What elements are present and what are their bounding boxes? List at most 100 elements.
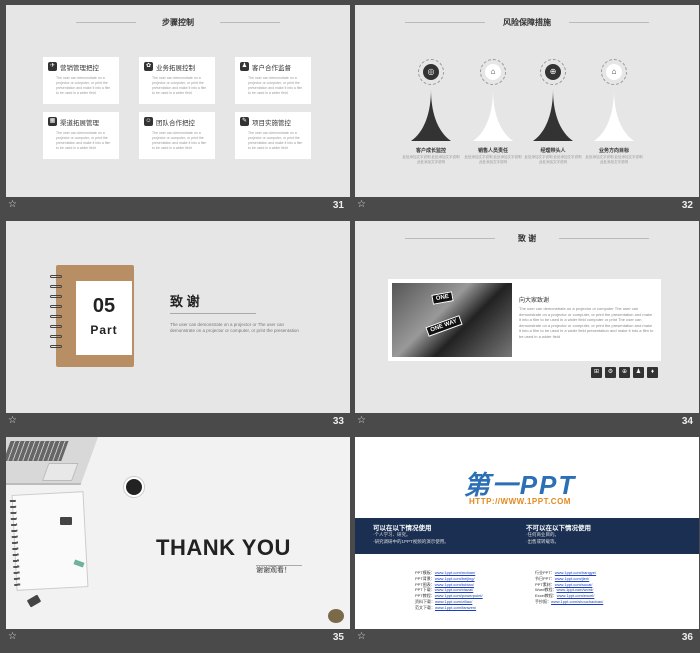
slide-thumbnail-36[interactable]: 第一PPT HTTP://WWW.1PPT.COM 可以在以下情况使用 ·个人学… <box>355 437 699 649</box>
slide-title: 步骤控制 <box>162 18 194 27</box>
slide-number: 32 <box>681 200 693 211</box>
risk-body: 此处添加文字说明 此处添加文字说明 此处添加文字说明 <box>524 155 582 164</box>
step-card: ☺ 团队合作把控 The user can demonstrate on a p… <box>139 112 215 159</box>
search-icon: ⊕ <box>619 367 630 378</box>
step-card: ▦ 渠道拓展管理 The user can demonstrate on a p… <box>43 112 119 159</box>
plant-image <box>328 609 344 623</box>
slide-footer: ☆ 33 <box>6 413 350 433</box>
slide-number: 31 <box>332 200 344 211</box>
sign-one: ONE <box>431 291 454 305</box>
step-card: ✈ 营销管理把控 The user can demonstrate on a p… <box>43 57 119 104</box>
allowed-line: ·研究调研中的1PPT视频的演示使用。 <box>373 539 449 544</box>
card-title: 业务拓展控制 <box>156 65 195 72</box>
card-title: 营销管理把控 <box>60 65 99 72</box>
spike-shape <box>411 89 451 141</box>
grid-icon: ▦ <box>48 117 57 126</box>
spiral-ring <box>50 325 62 328</box>
slide-canvas: 步骤控制 ✈ 营销管理把控 The user can demonstrate o… <box>6 5 350 197</box>
keyboard <box>6 441 69 461</box>
divider <box>220 22 280 23</box>
spiral-ring <box>50 285 62 288</box>
search-icon: ⊕ <box>545 64 561 80</box>
divider <box>559 238 649 239</box>
diamond-icon: ♦ <box>647 367 658 378</box>
divider <box>569 22 649 23</box>
slide-footer: ☆ 31 <box>6 197 350 217</box>
brand-url: HTTP://WWW.1PPT.COM <box>469 497 571 506</box>
risk-label: 销售人员责任 <box>477 148 508 154</box>
link-row[interactable]: 范文下载：www.1ppt.com/fanwen/ <box>415 605 483 611</box>
notebook-paper: 05 Part <box>76 281 132 355</box>
allowed-heading: 可以在以下情况使用 <box>373 525 432 532</box>
risk-body: 此处添加文字说明 此处添加文字说明 此处添加文字说明 <box>464 155 522 164</box>
risk-body: 此处添加文字说明 此处添加文字说明 此处添加文字说明 <box>585 155 643 164</box>
coffee-cup-image <box>124 477 144 497</box>
pawn-icon: ♟ <box>633 367 644 378</box>
animation-star-icon[interactable]: ☆ <box>8 631 17 642</box>
notebook-image: 05 Part <box>50 265 134 367</box>
card-title: 项目实施管控 <box>252 120 291 127</box>
card-body: The user can demonstrate on a projector … <box>152 76 207 95</box>
forbidden-heading: 不可以在以下情况使用 <box>526 525 591 532</box>
risk-label: 经理带头人 <box>540 148 566 154</box>
spiral-ring <box>50 295 62 298</box>
animation-star-icon[interactable]: ☆ <box>8 415 17 426</box>
slide-thumbnail-33[interactable]: 05 Part 致 谢 The user can demonstrate on … <box>6 221 350 433</box>
plane-icon: ✈ <box>48 62 57 71</box>
spiral-ring <box>50 335 62 338</box>
binder-clip-image <box>60 517 72 525</box>
spiral-ring <box>50 315 62 318</box>
pawn-icon: ♟ <box>240 62 249 71</box>
network-icon: ⌂ <box>485 64 501 80</box>
allowed-line: ·个人学习、研究。 <box>373 532 411 537</box>
slide-heading: 致 谢 <box>170 294 200 309</box>
slide-footer: ☆ 34 <box>355 413 699 433</box>
thank-you-title: THANK YOU <box>156 535 291 560</box>
part-label: Part <box>90 323 118 337</box>
slide-footer: ☆ 36 <box>355 629 699 649</box>
slide-number: 33 <box>332 416 344 427</box>
risk-circle: ◎ <box>418 59 444 85</box>
sign-one-way: ONE WAY <box>425 315 463 337</box>
flower-icon: ✿ <box>144 62 153 71</box>
target-icon: ◎ <box>423 64 439 80</box>
slide-thumbnail-34[interactable]: 致 谢 ONE ONE WAY 向大家致谢 The user can demon… <box>355 221 699 433</box>
spiral-ring <box>50 275 62 278</box>
animation-star-icon[interactable]: ☆ <box>357 415 366 426</box>
photo-card: ONE ONE WAY 向大家致谢 The user can demonstra… <box>388 279 661 361</box>
gear-icon: ⚙ <box>605 367 616 378</box>
card-body: The user can demonstrate on a projector … <box>248 76 303 95</box>
animation-star-icon[interactable]: ☆ <box>357 631 366 642</box>
risk-label: 客户成长监控 <box>415 148 446 154</box>
card-subtitle: 向大家致谢 <box>519 298 550 304</box>
spike-shape <box>473 89 513 141</box>
forbidden-line: ·任何商业目的。 <box>526 532 559 537</box>
step-card: ✎ 项目实施管控 The user can demonstrate on a p… <box>235 112 311 159</box>
link-row[interactable]: 手抄报：www.1ppt.com/shouchaobao/ <box>535 599 603 605</box>
risk-body: 此处添加文字说明 此处添加文字说明 此处添加文字说明 <box>402 155 460 164</box>
card-title: 渠道拓展管理 <box>60 120 99 127</box>
animation-star-icon[interactable]: ☆ <box>8 199 17 210</box>
slide-footer: ☆ 35 <box>6 629 350 649</box>
card-body: The user can demonstrate on a projector … <box>519 306 654 339</box>
card-body: The user can demonstrate on a projector … <box>248 131 303 150</box>
card-body: The user can demonstrate on a projector … <box>152 131 207 150</box>
card-title: 团队合作把控 <box>156 120 195 127</box>
spike-shape <box>594 89 634 141</box>
slide-number: 34 <box>681 416 693 427</box>
slide-thumbnail-31[interactable]: 步骤控制 ✈ 营销管理把控 The user can demonstrate o… <box>6 5 350 217</box>
risk-circle: ⌂ <box>601 59 627 85</box>
part-number: 05 <box>92 295 116 317</box>
slide-thumbnail-32[interactable]: 风险保障措施 ◎ 客户成长监控 此处添加文字说明 此处添加文字说明 此处添加文字… <box>355 5 699 217</box>
animation-star-icon[interactable]: ☆ <box>357 199 366 210</box>
trackpad <box>41 463 79 481</box>
slide-body: The user can demonstrate on a projector … <box>170 322 299 333</box>
people-icon: ☺ <box>144 117 153 126</box>
home-icon: ⌂ <box>606 64 622 80</box>
links-left: PPT模板：www.1ppt.com/moban/ PPT背景：www.1ppt… <box>415 570 483 611</box>
spike-shape <box>533 89 573 141</box>
slide-footer: ☆ 32 <box>355 197 699 217</box>
slide-thumbnail-35[interactable]: THANK YOU 谢谢观看！ ☆ 35 <box>6 437 350 649</box>
forbidden-line: ·出售或转载等。 <box>526 539 559 544</box>
slide-canvas: 第一PPT HTTP://WWW.1PPT.COM 可以在以下情况使用 ·个人学… <box>355 437 699 629</box>
